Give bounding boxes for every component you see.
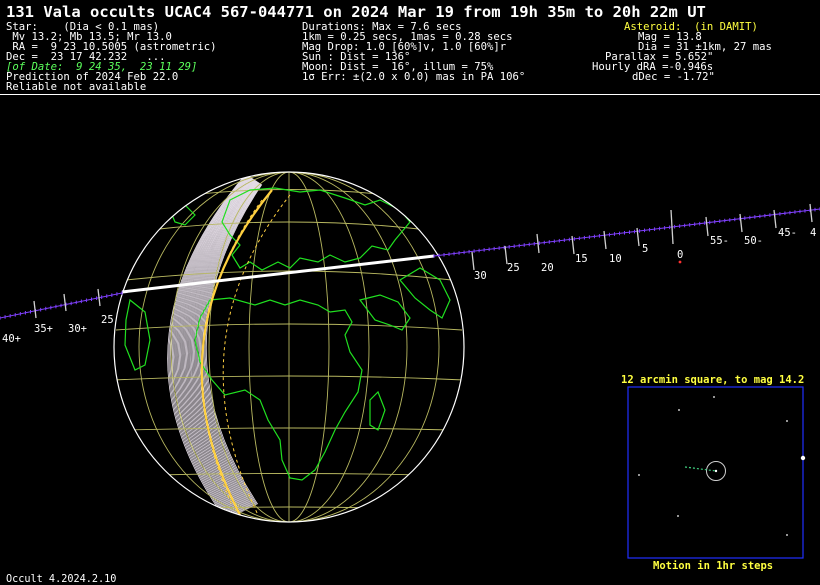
path-label: 4 xyxy=(810,227,816,239)
path-label: 0 xyxy=(677,249,683,261)
star-chart xyxy=(638,396,806,536)
occultation-map-window: 131 Vala occults UCAC4 567-044771 on 202… xyxy=(0,0,820,585)
version-footer: Occult 4.2024.2.10 xyxy=(6,574,117,585)
star-chart-caption: Motion in 1hr steps xyxy=(653,560,774,572)
star xyxy=(800,455,806,461)
star xyxy=(786,534,788,536)
star-chart-title: 12 arcmin square, to mag 14.2 xyxy=(621,374,805,386)
path-label: 20 xyxy=(541,262,554,274)
star-chart-frame xyxy=(627,386,804,559)
star xyxy=(713,396,715,398)
star xyxy=(638,474,640,476)
path-label: 25 xyxy=(507,262,520,274)
path-label: 10 xyxy=(609,253,622,265)
path-label: 25 xyxy=(101,314,114,326)
path-label: 45- xyxy=(778,227,797,239)
path-label: 30+ xyxy=(68,323,87,335)
path-label: 40+ xyxy=(2,333,21,345)
asteroid-motion xyxy=(684,466,717,472)
star xyxy=(786,420,788,422)
closest-approach-marker xyxy=(678,260,682,264)
path-label: 50- xyxy=(744,235,763,247)
path-label: 55- xyxy=(710,235,729,247)
globe-plot: 40+ 35+ 30+ 25 30 25 20 15 10 5 0 55- 50… xyxy=(0,171,820,559)
star xyxy=(678,409,680,411)
path-label: 5 xyxy=(642,243,648,255)
star xyxy=(677,515,679,517)
path-label: 30 xyxy=(474,270,487,282)
path-label: 15 xyxy=(575,253,588,265)
path-label: 35+ xyxy=(34,323,53,335)
path-track-east xyxy=(433,208,820,257)
